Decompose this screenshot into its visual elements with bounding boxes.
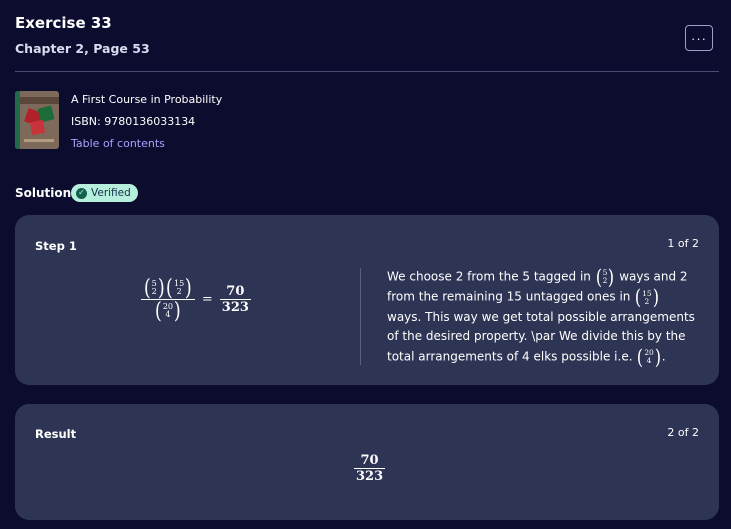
binomial-15-choose-2: (15 2) <box>635 285 659 310</box>
result-numerator: 70 <box>360 453 379 468</box>
result-card: Result 2 of 2 70 323 <box>15 404 719 520</box>
solution-label: Solution <box>15 186 72 200</box>
binomial-20-choose-4: (20 4) <box>155 298 181 325</box>
book-cover-die <box>29 119 46 136</box>
binomial-15-choose-2: (15 2) <box>166 275 193 301</box>
result-fraction: 70 323 <box>354 453 386 484</box>
more-options-button[interactable]: ··· <box>685 25 713 51</box>
result-denominator: 323 <box>356 469 384 484</box>
step-count: 1 of 2 <box>667 237 699 250</box>
table-of-contents-link[interactable]: Table of contents <box>71 137 165 150</box>
chapter-page-subtitle: Chapter 2, Page 53 <box>15 41 150 56</box>
equation-numerator: (5 2) (15 2) <box>141 277 195 299</box>
step-divider <box>360 268 361 365</box>
header-divider <box>15 71 719 72</box>
book-cover-band <box>20 97 59 104</box>
binomial-20-choose-4: (20 4) <box>637 344 661 369</box>
equals-sign: = <box>201 292 213 308</box>
step-explanation: We choose 2 from the 5 tagged in (5 2) wa… <box>387 265 695 369</box>
verified-badge: ✓ Verified <box>71 184 138 202</box>
step-equation: (5 2) (15 2) (20 4) = 70 323 <box>141 277 251 322</box>
step-card: Step 1 1 of 2 (5 2) (15 2) (20 4) = 70 323 <box>15 215 719 385</box>
book-title: A First Course in Probability <box>71 93 223 106</box>
result-label: Result <box>35 427 77 441</box>
exercise-title: Exercise 33 <box>15 14 112 32</box>
result-count: 2 of 2 <box>667 426 699 439</box>
book-isbn: ISBN: 9780136033134 <box>71 115 196 128</box>
verified-badge-label: Verified <box>91 187 131 199</box>
binomial-5-choose-2: (5 2) <box>595 265 615 289</box>
check-circle-icon: ✓ <box>76 187 87 199</box>
equation-denominator: (20 4) <box>152 300 184 322</box>
step-label: Step 1 <box>35 239 77 253</box>
equation-result-fraction: 70 323 <box>219 284 251 316</box>
binomial-5-choose-2: (5 2) <box>143 275 165 301</box>
book-cover-footer <box>24 139 54 142</box>
book-cover-image[interactable] <box>15 91 59 149</box>
equation-fraction: (5 2) (15 2) (20 4) <box>141 277 195 322</box>
